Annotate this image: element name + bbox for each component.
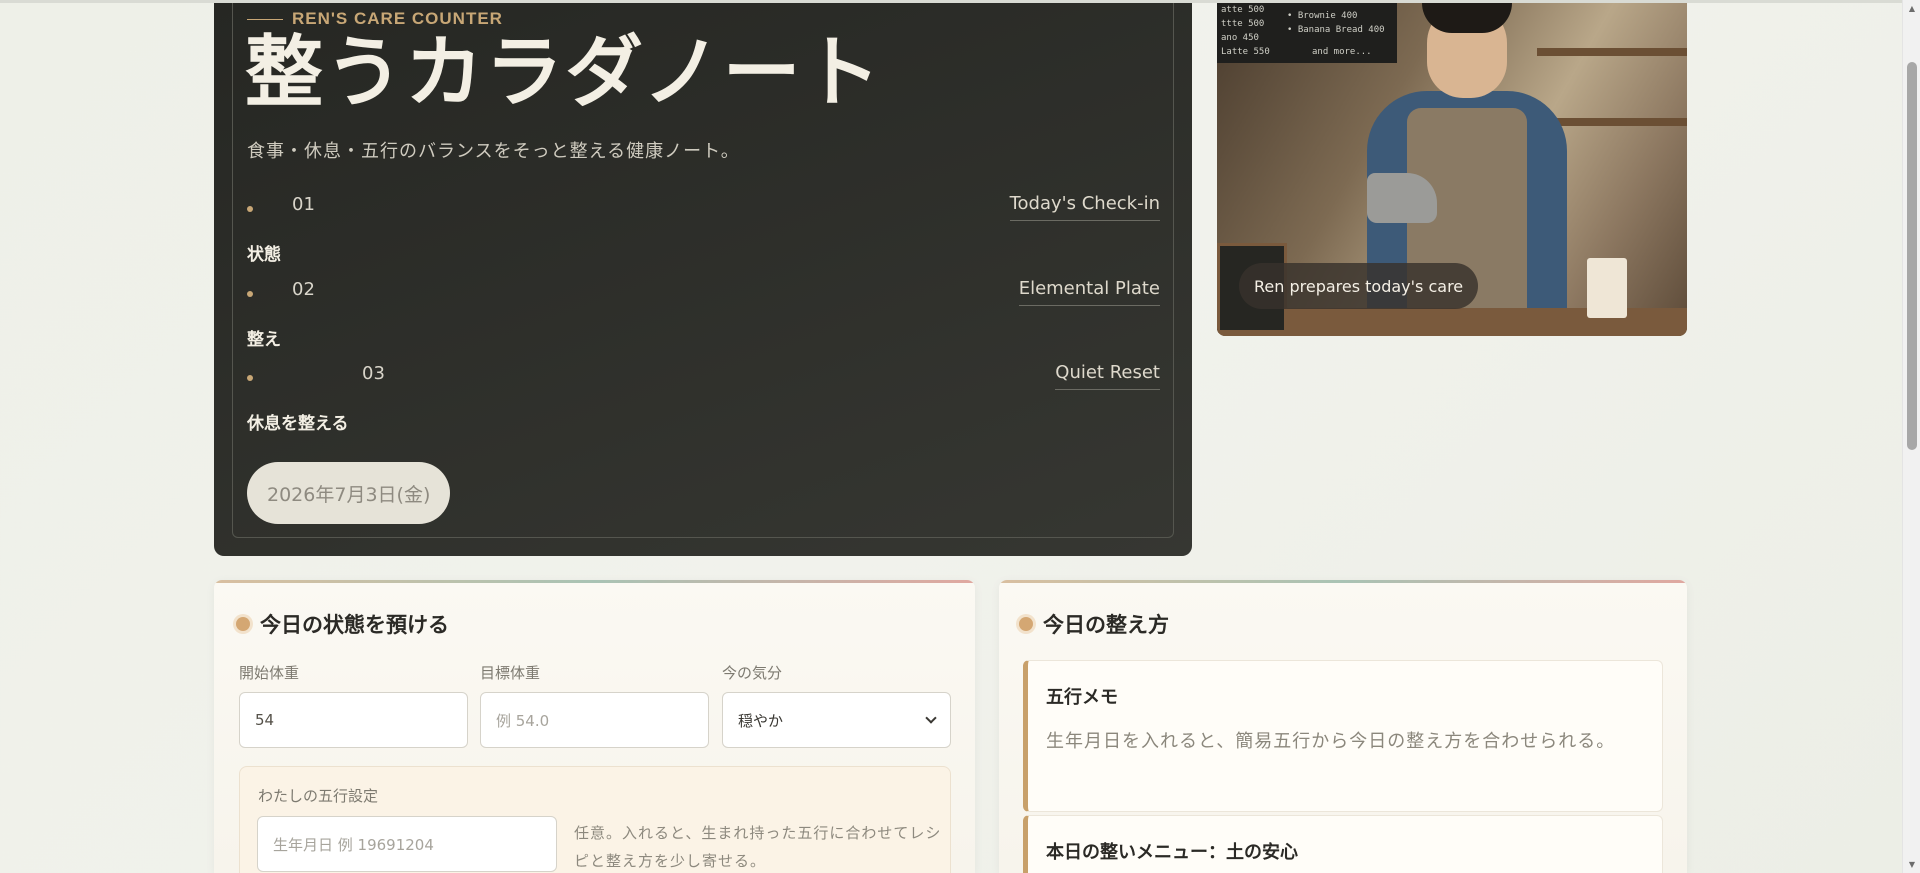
step-bullet-icon	[247, 206, 253, 212]
step-number: 02	[292, 279, 315, 300]
memo-title: 五行メモ	[1046, 687, 1118, 708]
eyebrow-text: REN'S CARE COUNTER	[292, 9, 503, 28]
plan-title: 今日の整え方	[1019, 609, 1169, 639]
start-weight-input[interactable]: 54	[239, 692, 468, 748]
hero-card: REN'S CARE COUNTER 整うカラダノート 食事・休息・五行のバラン…	[214, 3, 1192, 556]
step-number: 03	[362, 363, 385, 384]
step-link-plate[interactable]: Elemental Plate	[1018, 278, 1160, 306]
page-scrollbar[interactable]: ▲ ▼	[1902, 0, 1920, 873]
menu-board: atte 500 ttte 500 ano 450 Latte 550 • Br…	[1217, 3, 1397, 63]
eyebrow-rule	[247, 18, 283, 20]
hero-subtitle: 食事・休息・五行のバランスをそっと整える健康ノート。	[247, 141, 740, 162]
date-badge: 2026年7月3日(金)	[247, 462, 451, 524]
gogyo-settings-box: わたしの五行設定 生年月日 例 19691204 任意。入れると、生まれ持った五…	[239, 766, 951, 873]
step-03: 03 Quiet Reset	[247, 360, 1160, 390]
step-number: 01	[292, 194, 315, 215]
memo-text: 生年月日を入れると、簡易五行から今日の整え方を合わせられる。	[1046, 731, 1616, 752]
hero-eyebrow: REN'S CARE COUNTER	[247, 9, 503, 29]
target-weight-input[interactable]: 例 54.0	[480, 692, 709, 748]
birthdate-input[interactable]: 生年月日 例 19691204	[257, 816, 557, 872]
scroll-up-icon[interactable]: ▲	[1903, 0, 1920, 17]
title-dot-icon	[236, 617, 250, 631]
step-label: 休息を整える	[247, 414, 349, 434]
gogyo-memo-card: 五行メモ 生年月日を入れると、簡易五行から今日の整え方を合わせられる。	[1023, 660, 1663, 812]
step-label: 整え	[247, 330, 281, 350]
scroll-thumb[interactable]	[1907, 62, 1917, 450]
target-weight-label: 目標体重	[480, 664, 541, 682]
menu-card: 本日の整いメニュー：土の安心	[1023, 815, 1663, 873]
plan-panel: 今日の整え方 五行メモ 生年月日を入れると、簡易五行から今日の整え方を合わせられ…	[999, 580, 1687, 873]
photo-caption: Ren prepares today's care	[1239, 263, 1479, 309]
step-bullet-icon	[247, 291, 253, 297]
chevron-down-icon	[925, 712, 937, 724]
title-dot-icon	[1019, 617, 1033, 631]
checkin-title: 今日の状態を預ける	[236, 609, 449, 639]
mood-selected-value: 穏やか	[738, 711, 784, 730]
mood-label: 今の気分	[722, 664, 783, 682]
step-link-checkin[interactable]: Today's Check-in	[1009, 193, 1160, 221]
step-01: 01 Today's Check-in	[247, 191, 1160, 221]
checkin-panel: 今日の状態を預ける 開始体重 54 目標体重 例 54.0 今の気分 穏やか わ…	[214, 580, 975, 873]
step-bullet-icon	[247, 375, 253, 381]
scroll-down-icon[interactable]: ▼	[1903, 856, 1920, 873]
coffee-cup-icon	[1587, 258, 1627, 318]
step-02: 02 Elemental Plate	[247, 276, 1160, 306]
menu-title: 本日の整いメニュー：土の安心	[1046, 842, 1298, 863]
page-title: 整うカラダノート	[245, 28, 883, 118]
kettle-icon	[1367, 173, 1437, 223]
mood-select[interactable]: 穏やか	[722, 692, 951, 748]
step-label: 状態	[247, 245, 281, 265]
step-link-reset[interactable]: Quiet Reset	[1055, 362, 1160, 390]
gogyo-help-text: 任意。入れると、生まれ持った五行に合わせてレシピと整え方を少し寄せる。	[574, 824, 942, 870]
start-weight-label: 開始体重	[239, 664, 300, 682]
gogyo-settings-label: わたしの五行設定	[258, 787, 379, 805]
barista-photo: atte 500 ttte 500 ano 450 Latte 550 • Br…	[1217, 3, 1687, 336]
